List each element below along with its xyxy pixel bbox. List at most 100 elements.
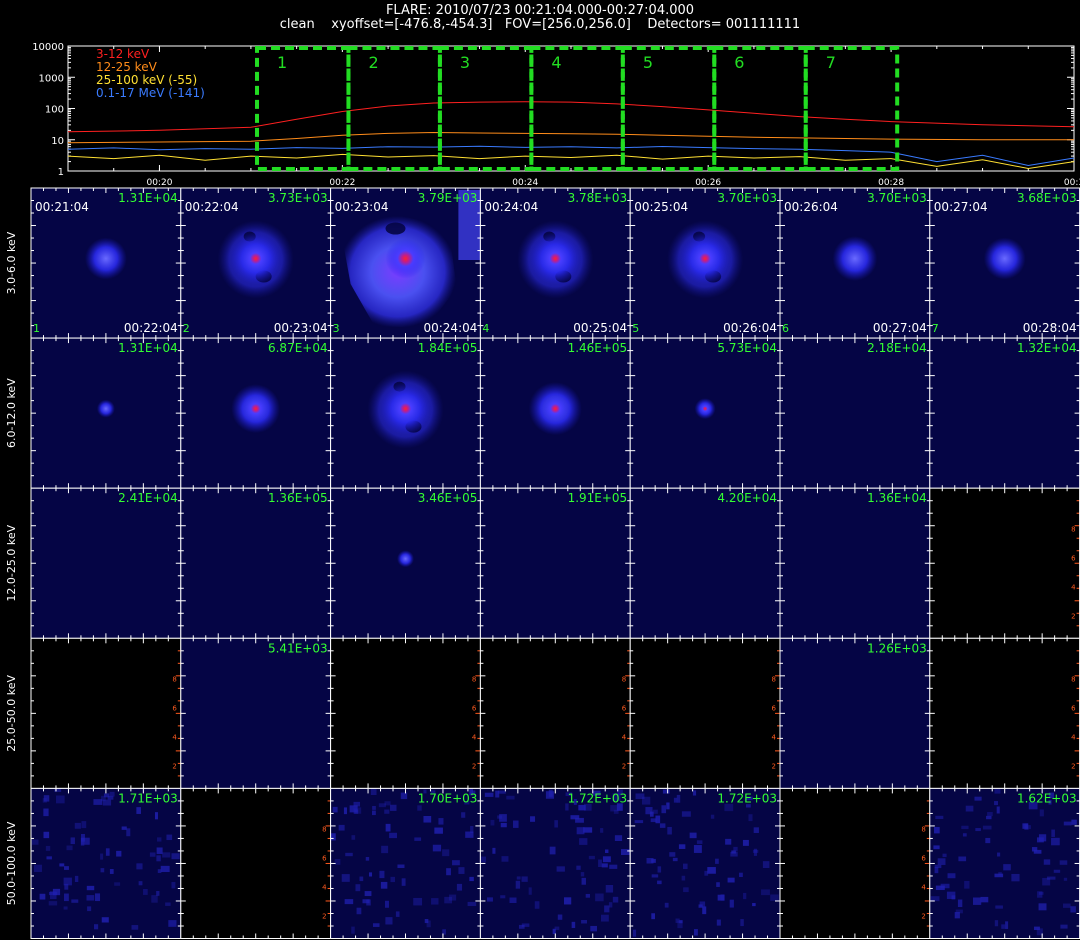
noise-speckle: [961, 825, 969, 830]
noise-speckle: [957, 899, 963, 908]
noise-speckle: [614, 835, 623, 842]
noise-speckle: [997, 852, 1001, 857]
noise-speckle: [554, 926, 560, 931]
noise-speckle: [964, 880, 970, 889]
energy-band-label: 3.0-6.0 keV: [5, 231, 18, 294]
noise-speckle: [48, 901, 58, 906]
cell-start-time: 00:24:04: [484, 200, 538, 214]
noise-speckle: [602, 856, 611, 863]
cell-max-value: 6.87E+04: [268, 341, 328, 355]
cell-max-value: 1.62E+03: [1017, 791, 1077, 805]
noise-speckle: [1062, 903, 1071, 908]
noise-speckle: [55, 795, 65, 804]
noise-speckle: [63, 866, 69, 870]
noise-speckle: [64, 893, 69, 902]
noise-speckle: [716, 919, 721, 926]
cell-number: 4: [482, 322, 489, 335]
noise-speckle: [761, 889, 770, 896]
cell-end-time: 00:25:04: [573, 321, 627, 335]
noise-speckle: [390, 876, 395, 883]
noise-speckle: [371, 810, 376, 816]
source-core: [691, 244, 720, 273]
noise-speckle: [461, 812, 466, 818]
noise-speckle: [495, 790, 500, 798]
image-cell: 1.32E+04: [929, 337, 1080, 489]
noise-speckle: [1060, 924, 1068, 929]
noise-speckle: [585, 893, 591, 898]
noise-speckle: [689, 832, 697, 839]
noise-speckle: [93, 924, 99, 930]
noise-speckle: [1005, 921, 1009, 929]
noise-speckle: [986, 815, 992, 820]
noise-speckle: [651, 913, 655, 920]
noise-speckle: [1042, 877, 1051, 886]
noise-speckle: [752, 849, 759, 853]
noise-speckle: [46, 856, 52, 860]
cell-max-value: 3.78E+03: [568, 191, 628, 205]
noise-speckle: [390, 804, 397, 811]
noise-speckle: [136, 807, 141, 814]
blank-axis-label: 6: [172, 704, 177, 712]
noise-speckle: [330, 833, 336, 841]
noise-speckle: [93, 799, 103, 805]
noise-speckle: [1001, 924, 1006, 929]
noise-speckle: [384, 809, 390, 814]
noise-speckle: [595, 893, 604, 902]
noise-speckle: [156, 847, 163, 854]
cell-max-value: 2.41E+04: [118, 491, 178, 505]
cell-max-value: 1.46E+05: [568, 341, 628, 355]
noise-speckle: [417, 805, 422, 811]
noise-speckle: [605, 884, 614, 893]
noise-speckle: [710, 814, 715, 819]
noise-speckle: [994, 873, 1004, 878]
blank-axis-label: 6: [921, 855, 926, 863]
noise-speckle: [356, 907, 362, 915]
blank-axis-label: 8: [1071, 675, 1075, 683]
noise-speckle: [59, 863, 65, 867]
blank-axis-label: 2: [921, 913, 925, 921]
noise-speckle: [414, 837, 422, 841]
noise-speckle: [650, 818, 657, 823]
noise-speckle: [664, 902, 669, 908]
noise-speckle: [740, 919, 744, 927]
noise-speckle: [601, 863, 608, 868]
noise-speckle: [499, 814, 507, 822]
noise-speckle: [934, 827, 940, 834]
image-cell: 2 4 6 8: [929, 637, 1080, 789]
noise-speckle: [116, 850, 122, 857]
noise-speckle: [126, 828, 131, 837]
image-cell: 2 4 6 8: [929, 487, 1080, 639]
noise-speckle: [704, 870, 709, 876]
image-cell-background: [929, 338, 1080, 489]
cell-max-value: 1.72E+03: [568, 791, 628, 805]
noise-speckle: [590, 925, 597, 932]
noise-speckle: [162, 852, 171, 858]
noise-speckle: [678, 844, 686, 849]
noise-speckle: [389, 832, 398, 839]
blank-axis-label: 4: [472, 733, 477, 741]
noise-speckle: [45, 845, 51, 851]
noise-speckle: [121, 826, 127, 830]
noise-speckle: [564, 897, 572, 905]
noise-speckle: [490, 819, 495, 826]
noise-speckle: [156, 837, 162, 842]
cell-max-value: 4.20E+04: [717, 491, 777, 505]
noise-speckle: [395, 911, 400, 917]
image-cell: 1.36E+05: [180, 487, 332, 639]
source-emission: [983, 237, 1026, 280]
noise-speckle: [935, 815, 944, 820]
noise-speckle: [105, 848, 110, 856]
noise-speckle: [33, 864, 42, 872]
noise-speckle: [739, 872, 743, 877]
noise-speckle: [432, 844, 442, 852]
noise-speckle: [171, 882, 176, 889]
image-cell: 1.26E+03: [779, 637, 931, 789]
noise-speckle: [446, 868, 451, 876]
noise-speckle: [456, 883, 463, 891]
noise-speckle: [1043, 859, 1051, 865]
cell-end-time: 00:28:04: [1023, 321, 1077, 335]
noise-speckle: [423, 815, 432, 823]
noise-speckle: [554, 820, 558, 828]
noise-speckle: [693, 929, 698, 936]
source-core: [699, 402, 712, 415]
